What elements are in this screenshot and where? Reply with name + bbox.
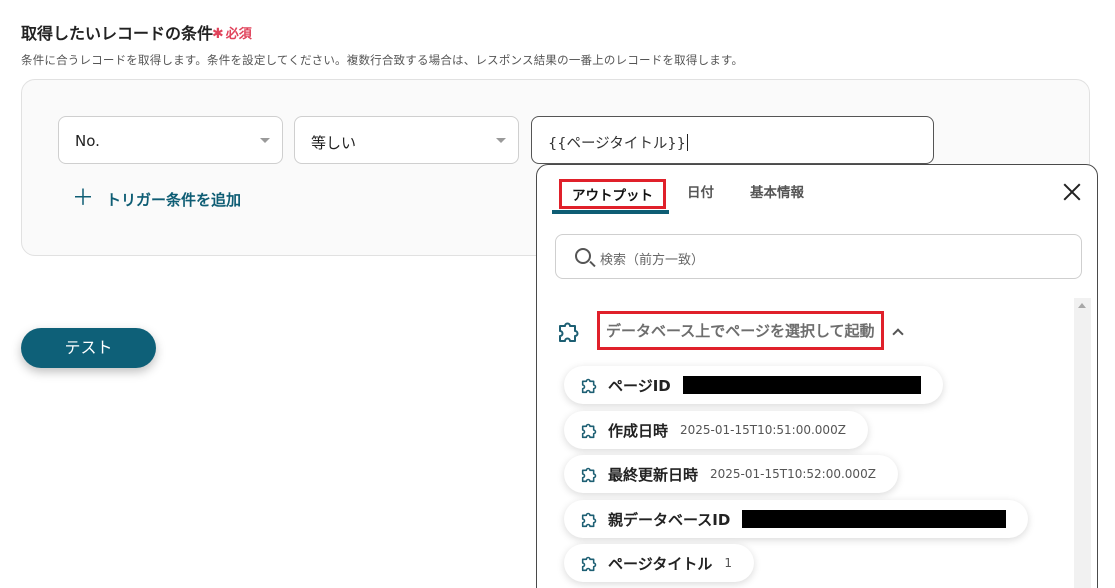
output-item-value: 2025-01-15T10:52:00.000Z	[710, 467, 876, 481]
close-icon[interactable]	[1059, 179, 1085, 205]
puzzle-icon	[579, 419, 601, 441]
tab-basic-info[interactable]: 基本情報	[750, 181, 804, 201]
add-trigger-label: トリガー条件を追加	[106, 190, 242, 209]
asterisk-icon: ✱	[212, 26, 224, 42]
search-icon	[575, 248, 591, 264]
puzzle-icon	[579, 508, 601, 530]
output-item-created-time[interactable]: 作成日時 2025-01-15T10:51:00.000Z	[564, 411, 868, 449]
search-placeholder: 検索（前方一致）	[600, 253, 705, 268]
scroll-up-arrow-icon[interactable]	[1078, 303, 1086, 308]
condition-value-input[interactable]: {{ページタイトル}}	[531, 116, 934, 164]
tab-date[interactable]: 日付	[687, 181, 714, 201]
output-item-label: 作成日時	[608, 421, 669, 440]
operator-select-value: 等しい	[311, 134, 357, 152]
output-item-value: 2025-01-15T10:51:00.000Z	[680, 423, 846, 437]
puzzle-icon	[579, 374, 601, 396]
test-button[interactable]: テスト	[21, 328, 156, 368]
condition-title: 取得したいレコードの条件	[21, 24, 214, 43]
output-panel: アウトプット 日付 基本情報 検索（前方一致） データベース上でページを選択して…	[536, 164, 1098, 588]
scrollbar[interactable]	[1074, 298, 1091, 588]
puzzle-icon	[555, 316, 585, 346]
operator-select[interactable]: 等しい	[294, 116, 519, 164]
search-input[interactable]: 検索（前方一致）	[555, 234, 1082, 279]
active-tab-indicator	[552, 210, 669, 214]
caret-down-icon	[496, 138, 506, 143]
output-item-label: 最終更新日時	[608, 465, 699, 484]
output-item-label: ページID	[608, 376, 671, 395]
output-item-value: 1	[724, 556, 733, 570]
tab-output[interactable]: アウトプット	[559, 179, 666, 209]
plus-icon: ＋	[72, 186, 95, 211]
redacted-value	[742, 510, 1007, 528]
required-badge: ✱ 必須	[212, 23, 252, 42]
output-item-page-id[interactable]: ページID	[564, 366, 943, 404]
chevron-up-icon[interactable]	[891, 327, 904, 340]
add-trigger-condition-button[interactable]: ＋ トリガー条件を追加	[72, 188, 241, 210]
redacted-value	[682, 376, 921, 394]
field-select[interactable]: No.	[58, 116, 283, 164]
required-label: 必須	[225, 27, 252, 42]
puzzle-icon	[579, 552, 601, 574]
text-cursor	[686, 134, 688, 151]
output-item-parent-database-id[interactable]: 親データベースID	[564, 500, 1029, 538]
output-item-label: ページタイトル	[608, 554, 713, 573]
output-group-title: データベース上でページを選択して起動	[597, 311, 884, 350]
output-item-page-title[interactable]: ページタイトル 1	[564, 544, 755, 582]
field-select-value: No.	[75, 132, 100, 150]
puzzle-icon	[579, 463, 601, 485]
condition-value-text: {{ページタイトル}}	[548, 132, 688, 153]
output-item-last-edited-time[interactable]: 最終更新日時 2025-01-15T10:52:00.000Z	[564, 455, 898, 493]
caret-down-icon	[260, 138, 270, 143]
condition-value: {{ページタイトル}}	[548, 136, 686, 152]
output-item-label: 親データベースID	[608, 510, 731, 529]
output-group-header[interactable]: データベース上でページを選択して起動	[555, 311, 904, 350]
condition-description: 条件に合うレコードを取得します。条件を設定してください。複数行合致する場合は、レ…	[21, 53, 744, 67]
